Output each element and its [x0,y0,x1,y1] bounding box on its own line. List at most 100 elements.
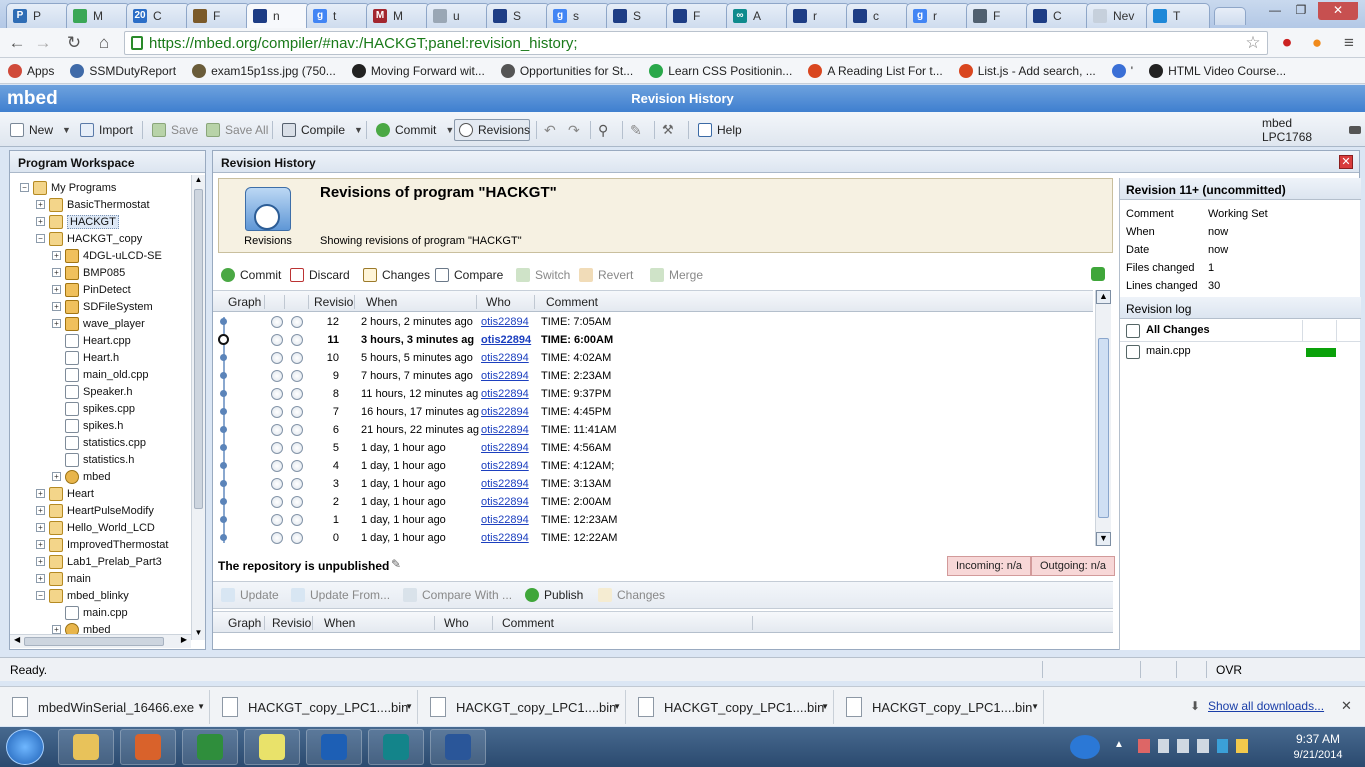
collapse-icon[interactable]: − [36,234,45,243]
device-icon[interactable] [1177,739,1190,753]
commit-action-button[interactable]: Commit [221,266,281,284]
commit-button[interactable]: Commit ▼ [372,119,458,141]
revisions-button[interactable]: Revisions [454,119,530,141]
tray-app-icon[interactable] [1138,739,1150,753]
chrome-menu-icon[interactable]: ≡ [1338,32,1360,54]
changed-file-row[interactable]: main.cpp [1120,342,1361,362]
clock-date[interactable]: 9/21/2014 [1278,749,1358,761]
scroll-down-icon[interactable]: ▼ [1096,532,1111,546]
compare-radio-b[interactable] [291,334,303,346]
col-when[interactable]: When [363,295,477,309]
revision-author-link[interactable]: otis22894 [481,442,529,454]
browser-tab[interactable]: Nev [1086,3,1150,28]
taskbar-app-chrome[interactable] [182,729,238,765]
tray-expand-icon[interactable]: ▲ [1114,739,1124,750]
revision-row[interactable]: 8 11 hours, 12 minutes ag otis22894 TIME: 9… [213,385,1093,403]
update-from-button[interactable]: Update From... [291,586,390,604]
redo-icon[interactable]: ↷ [564,119,584,141]
taskbar-app-word[interactable] [430,729,486,765]
tools-icon[interactable]: ⚒ [658,119,678,141]
taskbar-app-arduino[interactable] [368,729,424,765]
compare-radio-b[interactable] [291,532,303,544]
compare-radio-a[interactable] [271,316,283,328]
tree-node[interactable]: + Hello_World_LCD [36,519,155,536]
taskbar-app-matlab[interactable] [120,729,176,765]
network-icon[interactable] [1157,739,1170,753]
bookmark-star-icon[interactable]: ☆ [1242,32,1264,54]
revision-author-link[interactable]: otis22894 [481,406,529,418]
collapse-icon[interactable]: − [20,183,29,192]
compare-button[interactable]: Compare [435,266,503,284]
browser-tab[interactable]: gt [306,3,370,28]
switch-button[interactable]: Switch [516,266,570,284]
compare-radio-b[interactable] [291,496,303,508]
revision-author-link[interactable]: otis22894 [481,370,529,382]
download-item[interactable]: HACKGT_copy_LPC1....bin ▼ [210,690,418,724]
new-tab-button[interactable] [1214,7,1246,25]
compare-radio-a[interactable] [271,424,283,436]
tree-node[interactable]: + Lab1_Prelab_Part3 [36,553,162,570]
expand-icon[interactable]: + [52,268,61,277]
tree-node[interactable]: + BMP085 [52,264,125,281]
expand-icon[interactable]: + [52,302,61,311]
revision-row[interactable]: 2 1 day, 1 hour ago otis22894 TIME: 2:00AM [213,493,1093,511]
col-who[interactable]: Who [483,295,535,309]
browser-tab[interactable]: F [186,3,250,28]
compare-radio-b[interactable] [291,370,303,382]
revision-author-link[interactable]: otis22894 [481,532,529,544]
expand-icon[interactable]: + [36,557,45,566]
col-select-a[interactable] [265,295,285,309]
chevron-down-icon[interactable]: ▼ [613,702,621,711]
tree-node[interactable]: + ImprovedThermostat [36,536,168,553]
compare-radio-a[interactable] [271,460,283,472]
browser-tab[interactable]: r [786,3,850,28]
import-button[interactable]: Import [76,119,137,141]
format-icon[interactable]: ✎ [626,119,646,141]
address-bar[interactable]: https://mbed.org/compiler/#nav:/HACKGT;p… [124,31,1268,55]
tree-node[interactable]: − HACKGT_copy [36,230,142,247]
extension-fox-icon[interactable]: ● [1306,32,1328,54]
bookmark-item[interactable]: Apps [0,63,62,78]
undo-icon[interactable]: ↶ [540,119,560,141]
bookmark-item[interactable]: A Reading List For t... [800,63,950,78]
revision-row[interactable]: 5 1 day, 1 hour ago otis22894 TIME: 4:56AM [213,439,1093,457]
compare-radio-a[interactable] [271,406,283,418]
tree-node[interactable]: + HACKGT [36,213,119,230]
close-downloads-icon[interactable]: ✕ [1341,698,1352,714]
compare-radio-b[interactable] [291,388,303,400]
start-button[interactable] [6,729,44,765]
tree-node[interactable]: + PinDetect [52,281,131,298]
workspace-hscrollbar[interactable]: ◀ ▶ [10,634,191,648]
browser-tab[interactable]: n [246,3,310,28]
revision-scroll-thumb[interactable] [1098,338,1109,518]
expand-icon[interactable]: + [36,506,45,515]
update-button[interactable]: Update [221,586,279,604]
extension-stop-icon[interactable]: ⏺ [1276,32,1298,54]
browser-tab[interactable]: F [666,3,730,28]
revision-author-link[interactable]: otis22894 [481,334,531,346]
compile-button[interactable]: Compile ▼ [278,119,367,141]
tree-node[interactable]: Speaker.h [52,383,133,400]
compare-radio-b[interactable] [291,316,303,328]
expand-icon[interactable]: + [36,523,45,532]
bookmark-item[interactable]: Opportunities for St... [493,63,641,78]
download-item[interactable]: HACKGT_copy_LPC1....bin ▼ [834,690,1044,724]
tree-node[interactable]: + Heart [36,485,94,502]
browser-tab[interactable]: c [846,3,910,28]
bookmark-item[interactable]: HTML Video Course... [1141,63,1294,78]
compare-radio-a[interactable] [271,388,283,400]
revision-row[interactable]: 4 1 day, 1 hour ago otis22894 TIME: 4:12AM; [213,457,1093,475]
compare-radio-a[interactable] [271,496,283,508]
chevron-down-icon[interactable]: ▼ [197,702,205,711]
browser-tab[interactable]: F [966,3,1030,28]
taskbar-app-file-explorer[interactable] [58,729,114,765]
browser-tab[interactable]: C [1026,3,1090,28]
close-panel-icon[interactable]: ✕ [1339,155,1353,169]
tree-node[interactable]: + HeartPulseModify [36,502,154,519]
expand-icon[interactable]: + [36,489,45,498]
col-who-2[interactable]: Who [441,616,493,630]
compare-radio-b[interactable] [291,406,303,418]
browser-tab[interactable]: ∞ A [726,3,790,28]
compare-radio-b[interactable] [291,442,303,454]
outgoing-changes-button[interactable]: Changes [598,586,665,604]
